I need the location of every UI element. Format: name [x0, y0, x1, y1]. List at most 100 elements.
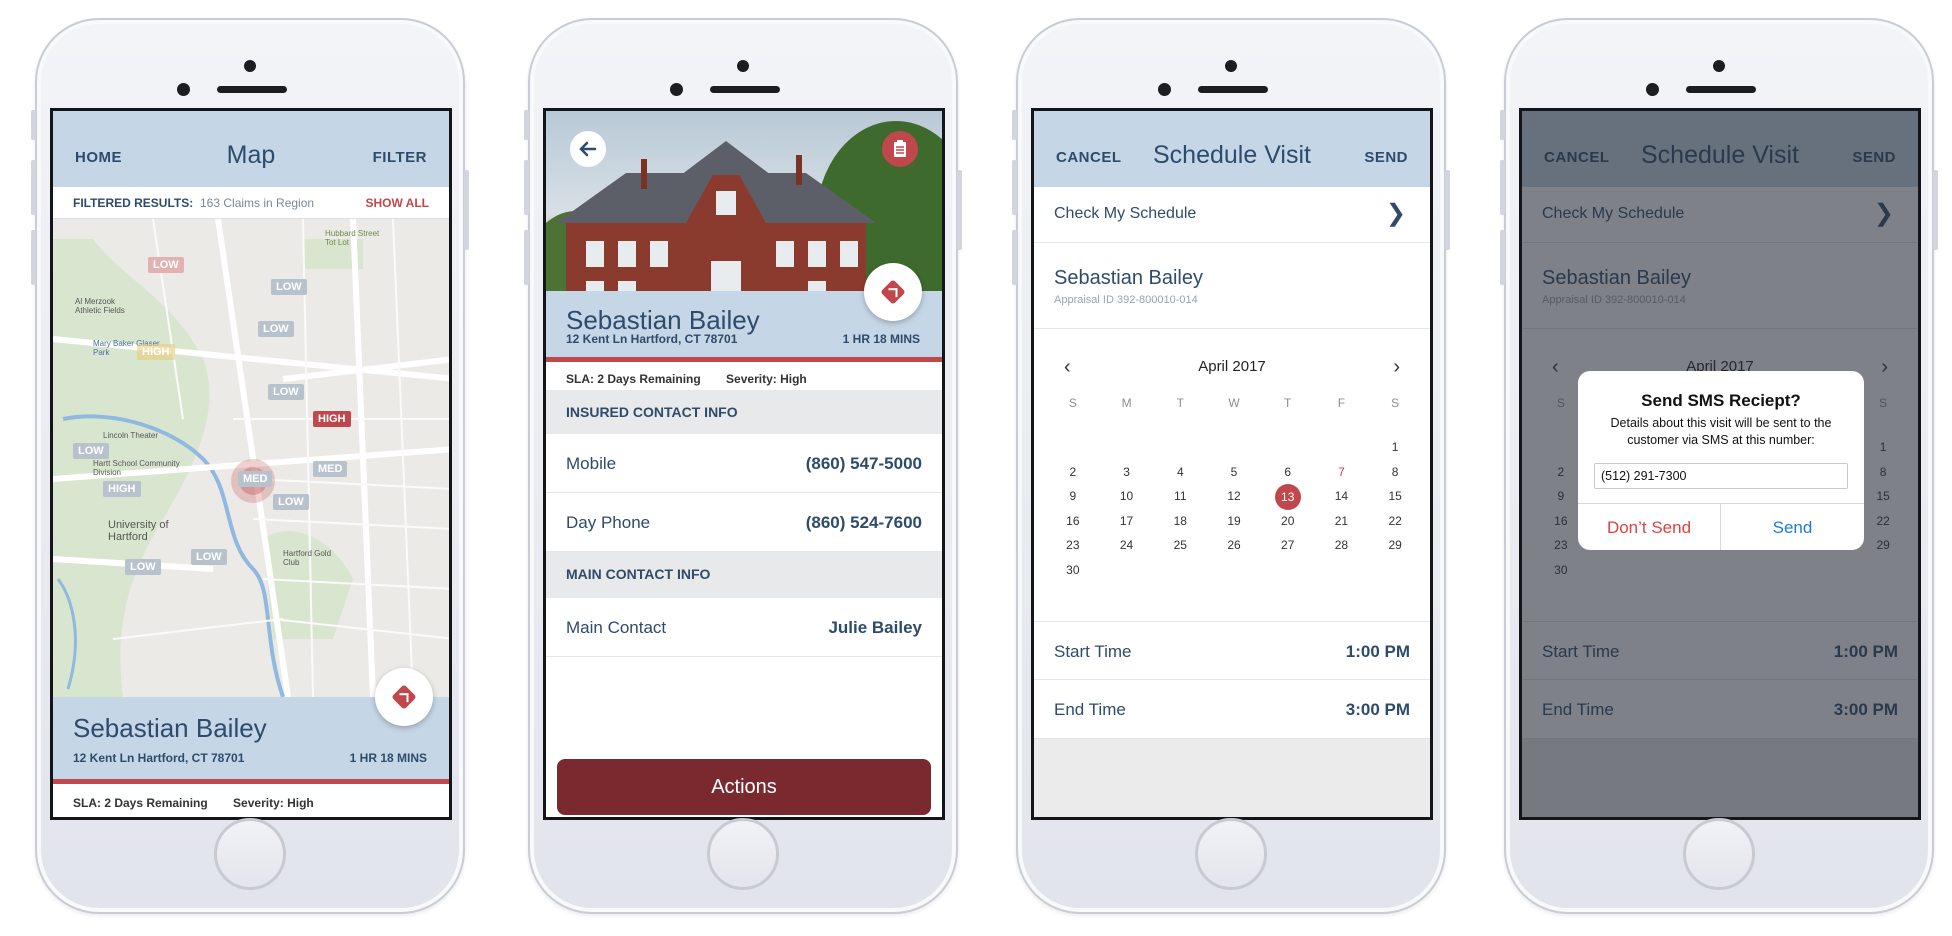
customer-block: Sebastian Bailey Appraisal ID 392-800010…	[1034, 243, 1430, 329]
phone-input[interactable]: (512) 291-7300	[1594, 463, 1848, 489]
claim-pin-high[interactable]: HIGH	[103, 481, 141, 497]
main-contact-label: Main Contact	[566, 618, 667, 637]
calendar-empty-cell	[1207, 558, 1261, 583]
claim-pin-low[interactable]: LOW	[148, 257, 184, 273]
home-hardware-button[interactable]	[1195, 818, 1267, 890]
claim-pin-low[interactable]: LOW	[273, 494, 309, 510]
weekday-header: W	[1228, 396, 1240, 410]
calendar-day[interactable]: 5	[1207, 460, 1261, 485]
dialog-title: Send SMS Reciept?	[1641, 391, 1801, 410]
send-button[interactable]: SEND	[1364, 149, 1408, 166]
calendar-day[interactable]: 8	[1368, 460, 1422, 485]
check-schedule-row[interactable]: Check My Schedule ❯	[1034, 187, 1430, 243]
calendar-day[interactable]: 30	[1046, 558, 1100, 583]
sla-row: SLA: 2 Days Remaining Severity: High	[73, 796, 336, 810]
start-time-value[interactable]: 1:00 PM	[1346, 642, 1410, 662]
top-sensor	[244, 60, 256, 72]
weekday-header: S	[1068, 396, 1077, 410]
filter-results-bar: FILTERED RESULTS: 163 Claims in Region S…	[53, 187, 449, 219]
calendar-day[interactable]: 17	[1100, 509, 1154, 534]
back-button[interactable]	[570, 131, 606, 167]
filter-button[interactable]: FILTER	[373, 149, 427, 166]
calendar-day[interactable]: 10	[1100, 484, 1154, 509]
calendar-day[interactable]: 4	[1153, 460, 1207, 485]
start-time-row[interactable]: Start Time 1:00 PM	[1034, 621, 1430, 680]
filter-count: 163 Claims in Region	[200, 196, 315, 210]
map-view[interactable]: Al Merzook Athletic Fields Hubbard Stree…	[53, 219, 449, 697]
insured-contact-header: INSURED CONTACT INFO	[546, 390, 942, 434]
front-camera	[670, 83, 683, 96]
day-phone-row[interactable]: Day Phone (860) 524-7600	[546, 493, 942, 552]
directions-button[interactable]	[864, 263, 922, 321]
send-sms-button[interactable]: Send	[1721, 504, 1864, 550]
calendar-day[interactable]: 25	[1153, 533, 1207, 558]
next-month-button[interactable]: ›	[1393, 356, 1400, 379]
main-contact-row[interactable]: Main Contact Julie Bailey	[546, 598, 942, 657]
calendar-day[interactable]: 3	[1100, 460, 1154, 485]
calendar-day[interactable]: 22	[1368, 509, 1422, 534]
home-hardware-button[interactable]	[214, 818, 286, 890]
directions-icon	[880, 279, 906, 305]
map-place-label: University of Hartford	[108, 519, 169, 543]
claim-pin-low[interactable]: LOW	[125, 559, 161, 575]
mobile-number[interactable]: (860) 547-5000	[806, 454, 922, 474]
claim-report-button[interactable]	[882, 131, 918, 167]
calendar-day[interactable]: 21	[1315, 509, 1369, 534]
calendar-day[interactable]: 13	[1261, 484, 1315, 510]
calendar-day[interactable]: 15	[1368, 484, 1422, 509]
dialog-button-bar: Don’t Send Send	[1578, 503, 1864, 550]
calendar-day[interactable]: 9	[1046, 484, 1100, 509]
end-time-row[interactable]: End Time 3:00 PM	[1034, 680, 1430, 739]
claim-pin-low[interactable]: LOW	[258, 321, 294, 337]
claim-pin-med[interactable]: MED	[238, 471, 273, 487]
dont-send-button[interactable]: Don’t Send	[1578, 504, 1721, 550]
end-time-value[interactable]: 3:00 PM	[1346, 700, 1410, 720]
claim-pin-med[interactable]: MED	[313, 461, 348, 477]
calendar-empty-cell	[1207, 435, 1261, 460]
directions-button[interactable]	[375, 668, 433, 726]
back-arrow-icon	[579, 141, 597, 157]
mobile-label: Mobile	[566, 454, 617, 473]
top-sensor	[1713, 60, 1725, 72]
claim-pin-low[interactable]: LOW	[268, 384, 304, 400]
show-all-button[interactable]: SHOW ALL	[365, 196, 429, 210]
home-hardware-button[interactable]	[707, 818, 779, 890]
claim-pin-high[interactable]: HIGH	[137, 344, 175, 360]
calendar-empty-cell	[1153, 435, 1207, 460]
calendar-day[interactable]: 12	[1207, 484, 1261, 509]
calendar-day[interactable]: 6	[1261, 460, 1315, 485]
sla-row: SLA: 2 Days Remaining Severity: High	[566, 372, 829, 386]
claim-pin-high[interactable]: HIGH	[313, 411, 351, 427]
calendar-empty-cell	[1315, 558, 1369, 583]
calendar-day[interactable]: 28	[1315, 533, 1369, 558]
day-phone-number[interactable]: (860) 524-7600	[806, 513, 922, 533]
calendar-day[interactable]: 1	[1368, 435, 1422, 460]
calendar-day[interactable]: 19	[1207, 509, 1261, 534]
calendar-day[interactable]: 14	[1315, 484, 1369, 509]
claim-pin-low[interactable]: LOW	[73, 443, 109, 459]
calendar-day[interactable]: 16	[1046, 509, 1100, 534]
claim-pin-low[interactable]: LOW	[191, 549, 227, 565]
calendar-empty-cell	[1100, 435, 1154, 460]
calendar-day[interactable]: 20	[1261, 509, 1315, 534]
calendar-day[interactable]: 27	[1261, 533, 1315, 558]
calendar-day[interactable]: 26	[1207, 533, 1261, 558]
insured-address: 12 Kent Ln Hartford, CT 78701	[73, 751, 245, 765]
calendar-day[interactable]: 23	[1046, 533, 1100, 558]
map-navbar: HOME Map FILTER	[53, 111, 449, 187]
calendar-day[interactable]: 2	[1046, 460, 1100, 485]
actions-button[interactable]: Actions	[557, 759, 931, 815]
phone-detail: Sebastian Bailey 12 Kent Ln Hartford, CT…	[524, 18, 962, 914]
home-hardware-button[interactable]	[1683, 818, 1755, 890]
mobile-row[interactable]: Mobile (860) 547-5000	[546, 434, 942, 493]
calendar-day[interactable]: 29	[1368, 533, 1422, 558]
schedule-navbar: CANCEL Schedule Visit SEND	[1034, 111, 1430, 187]
claim-pin-low[interactable]: LOW	[271, 279, 307, 295]
earpiece-speaker	[710, 86, 780, 93]
calendar-day[interactable]: 7	[1315, 460, 1369, 485]
calendar-day[interactable]: 24	[1100, 533, 1154, 558]
calendar-day[interactable]: 18	[1153, 509, 1207, 534]
calendar-empty-cell	[1046, 435, 1100, 460]
front-camera	[1158, 83, 1171, 96]
calendar-day[interactable]: 11	[1153, 484, 1207, 509]
